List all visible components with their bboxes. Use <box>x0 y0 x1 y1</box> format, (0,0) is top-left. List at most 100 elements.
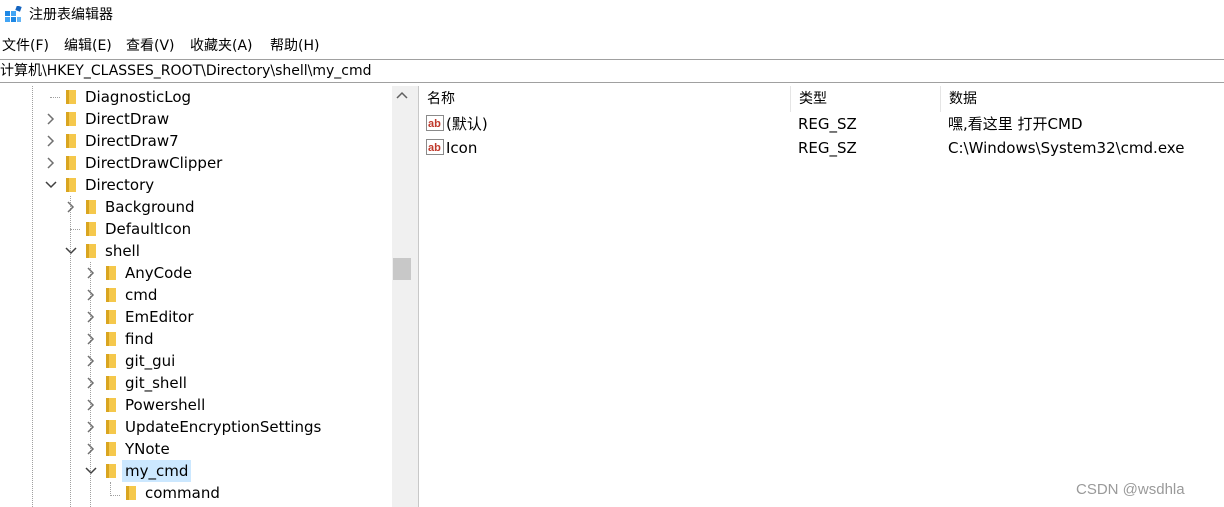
folder-icon <box>104 397 118 413</box>
svg-text:ab: ab <box>428 142 441 154</box>
tree-node-label[interactable]: EmEditor <box>122 306 196 328</box>
tree-node-label[interactable]: command <box>142 482 223 504</box>
svg-text:ab: ab <box>428 118 441 130</box>
chevron-down-icon[interactable] <box>44 178 58 192</box>
address-path[interactable]: 计算机\HKEY_CLASSES_ROOT\Directory\shell\my… <box>0 62 372 81</box>
folder-icon <box>124 485 138 501</box>
folder-icon <box>64 155 78 171</box>
chevron-up-icon <box>396 91 408 99</box>
chevron-right-icon[interactable] <box>44 134 58 148</box>
value-name[interactable]: (默认) <box>446 112 488 136</box>
menu-help[interactable]: 帮助(H) <box>270 35 319 57</box>
chevron-right-icon[interactable] <box>64 200 78 214</box>
value-type: REG_SZ <box>798 115 857 133</box>
chevron-right-icon[interactable] <box>84 310 98 324</box>
menu-edit[interactable]: 编辑(E) <box>64 35 112 57</box>
tree-node-label[interactable]: DefaultIcon <box>102 218 194 240</box>
scroll-thumb[interactable] <box>393 258 411 280</box>
scroll-up-button[interactable] <box>392 86 412 106</box>
chevron-right-icon[interactable] <box>84 376 98 390</box>
tree-node-label[interactable]: DirectDraw <box>82 108 172 130</box>
tree-node-defaulticon[interactable]: DefaultIcon <box>0 218 390 240</box>
tree-node-git-gui[interactable]: git_gui <box>0 350 390 372</box>
tree-node-label[interactable]: Directory <box>82 174 157 196</box>
tree-node-cmd[interactable]: cmd <box>0 284 390 306</box>
tree-node-label[interactable]: Background <box>102 196 198 218</box>
chevron-right-icon[interactable] <box>84 398 98 412</box>
tree-node-label[interactable]: DirectDraw7 <box>82 130 182 152</box>
reg-string-icon: ab <box>426 139 444 155</box>
pane-splitter[interactable] <box>412 86 419 507</box>
folder-icon <box>104 287 118 303</box>
folder-icon <box>104 331 118 347</box>
tree-node-powershell[interactable]: Powershell <box>0 394 390 416</box>
folder-icon <box>64 89 78 105</box>
value-row[interactable]: ab (默认) REG_SZ 嘿,看这里 打开CMD <box>419 112 1224 136</box>
column-header-type[interactable]: 类型 <box>791 86 941 112</box>
tree-node-directory[interactable]: Directory <box>0 174 390 196</box>
tree-node-label[interactable]: git_shell <box>122 372 190 394</box>
tree-node-label[interactable]: Powershell <box>122 394 208 416</box>
menu-favorites[interactable]: 收藏夹(A) <box>190 35 253 57</box>
tree-node-my-cmd[interactable]: my_cmd <box>0 460 390 482</box>
tree-node-directdrawclipper[interactable]: DirectDrawClipper <box>0 152 390 174</box>
tree-node-label[interactable]: UpdateEncryptionSettings <box>122 416 324 438</box>
tree-node-emeditor[interactable]: EmEditor <box>0 306 390 328</box>
folder-icon <box>64 133 78 149</box>
chevron-right-icon[interactable] <box>84 332 98 346</box>
tree-node-label[interactable]: shell <box>102 240 143 262</box>
folder-icon <box>64 111 78 127</box>
reg-string-icon: ab <box>426 115 444 131</box>
tree-node-background[interactable]: Background <box>0 196 390 218</box>
tree-node-anycode[interactable]: AnyCode <box>0 262 390 284</box>
tree-node-label[interactable]: DiagnosticLog <box>82 86 194 108</box>
chevron-right-icon[interactable] <box>84 442 98 456</box>
column-header-name[interactable]: 名称 <box>419 86 791 112</box>
tree-node-shell[interactable]: shell <box>0 240 390 262</box>
tree-node-label[interactable]: my_cmd <box>122 460 192 482</box>
chevron-right-icon[interactable] <box>44 156 58 170</box>
folder-icon <box>104 419 118 435</box>
tree-node-label[interactable]: DirectDrawClipper <box>82 152 225 174</box>
value-name[interactable]: Icon <box>446 136 477 160</box>
tree-scrollbar[interactable] <box>392 86 412 507</box>
tree-node-label[interactable]: find <box>122 328 156 350</box>
value-data: C:\Windows\System32\cmd.exe <box>948 139 1185 157</box>
folder-icon <box>104 265 118 281</box>
tree-node-directdraw7[interactable]: DirectDraw7 <box>0 130 390 152</box>
tree-node-updateencryptionsettings[interactable]: UpdateEncryptionSettings <box>0 416 390 438</box>
menu-view[interactable]: 查看(V) <box>126 35 175 57</box>
tree-node-diagnosticlog[interactable]: DiagnosticLog <box>0 86 390 108</box>
menu-file[interactable]: 文件(F) <box>2 35 49 57</box>
folder-icon <box>84 243 98 259</box>
tree-node-ynote[interactable]: YNote <box>0 438 390 460</box>
value-row[interactable]: ab Icon REG_SZ C:\Windows\System32\cmd.exe <box>419 136 1224 160</box>
watermark: CSDN @wsdhla <box>1076 481 1185 498</box>
value-data: 嘿,看这里 打开CMD <box>948 115 1083 133</box>
chevron-right-icon[interactable] <box>84 354 98 368</box>
tree-node-label[interactable]: git_gui <box>122 350 178 372</box>
chevron-right-icon[interactable] <box>84 266 98 280</box>
folder-icon <box>104 309 118 325</box>
values-list[interactable]: 名称 类型 数据 ab (默认) REG_SZ 嘿,看这里 打开CMD ab Icon RE… <box>419 86 1224 507</box>
column-header-data[interactable]: 数据 <box>941 86 1224 112</box>
chevron-right-icon[interactable] <box>84 288 98 302</box>
tree-node-git-shell[interactable]: git_shell <box>0 372 390 394</box>
tree-node-command[interactable]: command <box>0 482 390 504</box>
tree-node-directdraw[interactable]: DirectDraw <box>0 108 390 130</box>
tree-node-label[interactable]: YNote <box>122 438 173 460</box>
address-bar[interactable]: 计算机\HKEY_CLASSES_ROOT\Directory\shell\my… <box>0 59 1224 83</box>
chevron-right-icon[interactable] <box>84 420 98 434</box>
chevron-down-icon[interactable] <box>84 464 98 478</box>
title-bar: 注册表编辑器 <box>0 0 1224 32</box>
folder-icon <box>104 441 118 457</box>
tree-node-label[interactable]: AnyCode <box>122 262 195 284</box>
chevron-down-icon[interactable] <box>64 244 78 258</box>
folder-icon <box>104 353 118 369</box>
menu-bar: 文件(F) 编辑(E) 查看(V) 收藏夹(A) 帮助(H) <box>0 35 1224 57</box>
tree-node-label[interactable]: cmd <box>122 284 160 306</box>
registry-tree[interactable]: DiagnosticLog DirectDraw DirectDraw7 Direct… <box>0 86 412 507</box>
chevron-right-icon[interactable] <box>44 112 58 126</box>
tree-node-find[interactable]: find <box>0 328 390 350</box>
folder-icon <box>104 463 118 479</box>
